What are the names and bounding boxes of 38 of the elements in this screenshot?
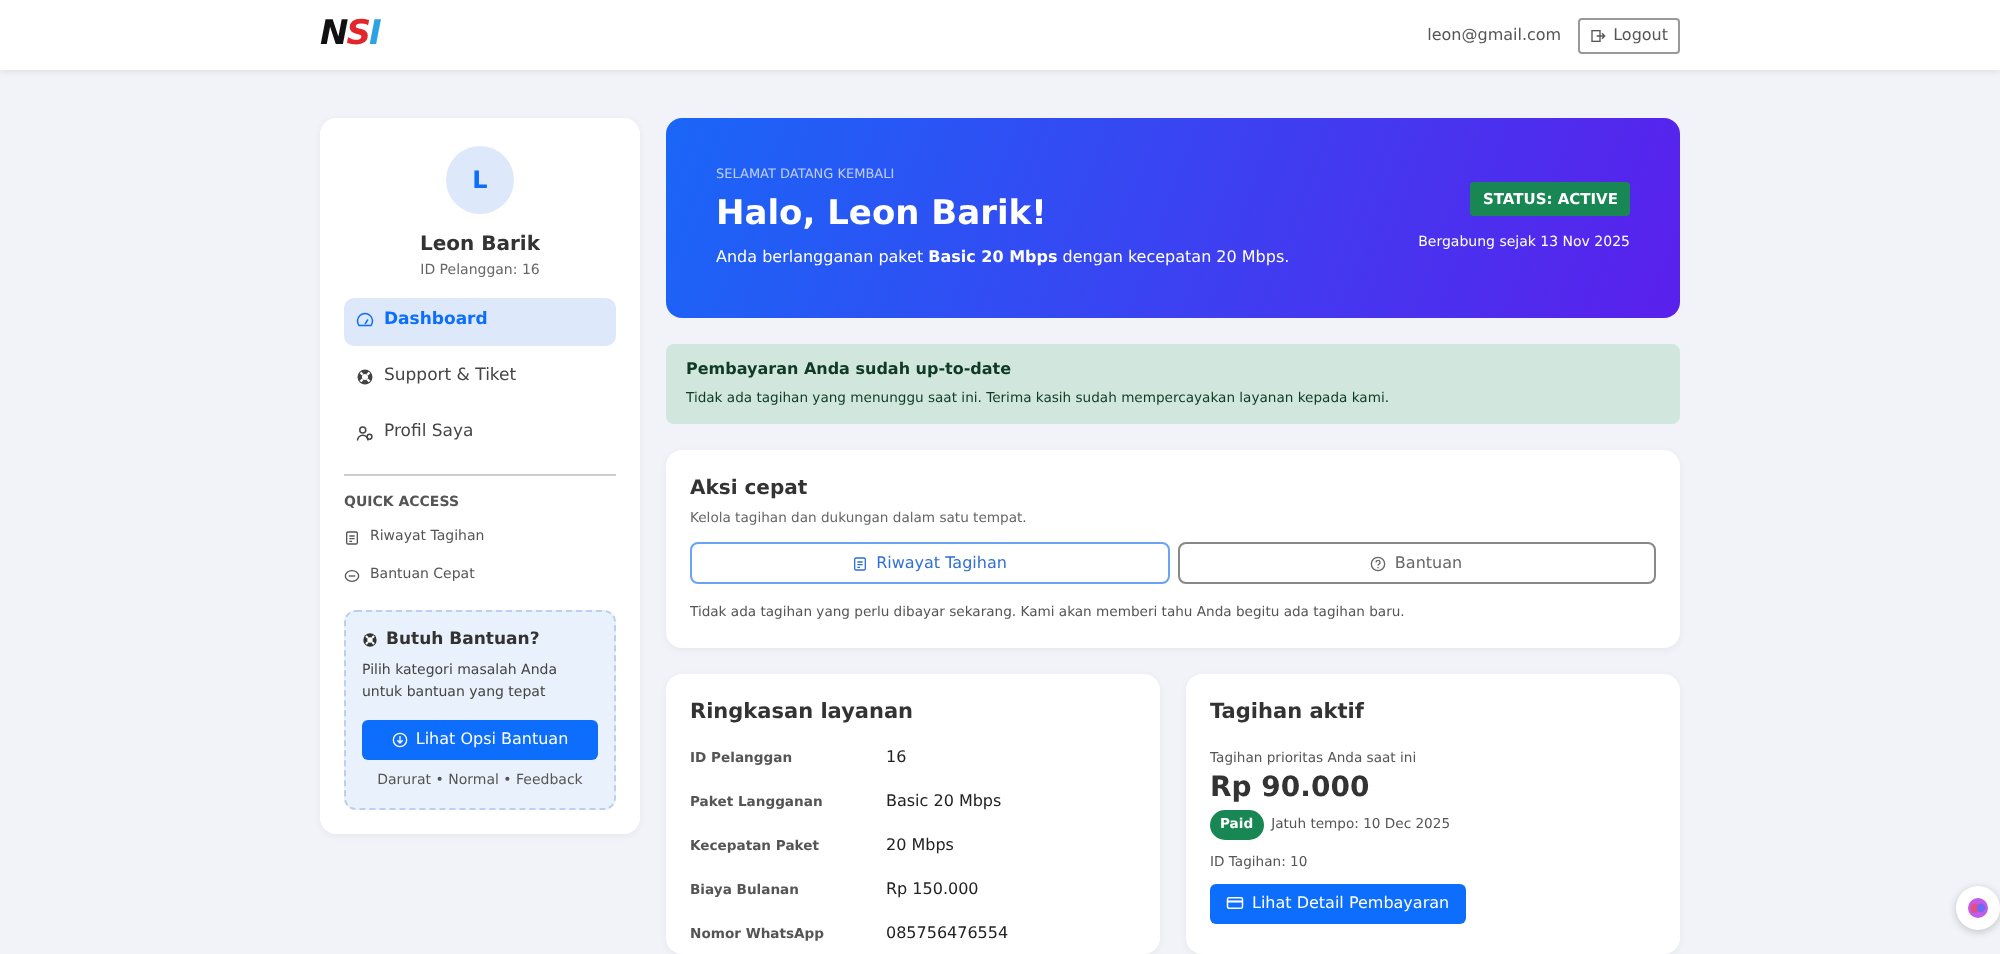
- card-title: Ringkasan layanan: [690, 698, 916, 729]
- logout-button[interactable]: Logout: [1577, 17, 1680, 53]
- question-icon: [1370, 555, 1387, 572]
- help-options-button[interactable]: Lihat Opsi Bantuan: [362, 720, 598, 761]
- credit-card-icon: [1226, 894, 1244, 913]
- receipt-icon: [344, 529, 360, 545]
- orb-icon: [1966, 896, 1990, 920]
- action-button[interactable]: Riwayat Tagihan: [690, 542, 1169, 585]
- card-title: Tagihan aktif: [1210, 698, 1366, 729]
- sidebar-item[interactable]: Profil Saya: [344, 409, 616, 457]
- download-icon: [391, 732, 408, 749]
- gauge-icon: [356, 312, 374, 330]
- field-value: 20 Mbps: [886, 834, 956, 859]
- greeting-heading: Halo, Leon Barik!: [716, 192, 1049, 239]
- help-title: Butuh Bantuan?: [386, 628, 540, 654]
- plan-text: Anda berlangganan paket Basic 20 Mbps dengan kecepatan 20 Mbps.: [716, 245, 1290, 270]
- payment-detail-button[interactable]: Lihat Detail Pembayaran: [1210, 883, 1466, 924]
- field-value: Basic 20 Mbps: [886, 790, 1004, 815]
- avatar: L: [446, 146, 514, 214]
- people-icon: [356, 424, 374, 442]
- field-value: 16: [886, 746, 909, 771]
- field-value: 085756476554: [886, 922, 1011, 947]
- sidebar-item[interactable]: Dashboard: [344, 297, 616, 345]
- logout-icon: [1589, 27, 1606, 43]
- user-email: leon@gmail.com: [1427, 23, 1562, 47]
- alert-title: Pembayaran Anda sudah up-to-date: [686, 358, 1014, 383]
- logo: NSI: [320, 11, 380, 58]
- field-value: Rp 150.000: [886, 878, 981, 903]
- assistant-button[interactable]: [1956, 886, 2000, 930]
- chat-icon: [344, 567, 360, 583]
- lifebuoy-icon: [362, 632, 378, 649]
- user-name: Leon Barik: [419, 232, 540, 260]
- action-button[interactable]: Bantuan: [1177, 542, 1656, 585]
- sidebar-item[interactable]: Support & Tiket: [344, 353, 616, 401]
- lifebuoy-icon: [356, 368, 374, 386]
- bill-amount: Rp 90.000: [1210, 770, 1372, 809]
- receipt-icon: [852, 555, 869, 572]
- card-title: Aksi cepat: [690, 476, 810, 504]
